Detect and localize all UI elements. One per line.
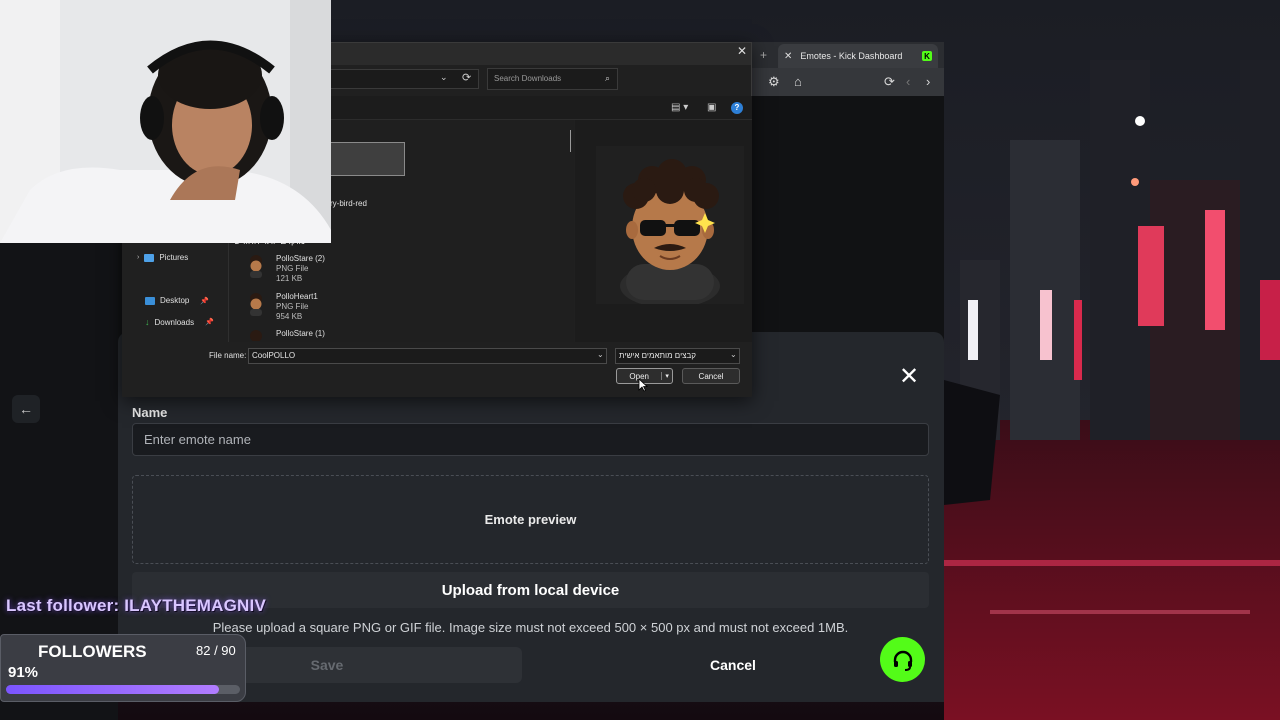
file-name-label: File name:	[209, 351, 247, 360]
file-item[interactable]: PolloStare (1)	[244, 329, 325, 341]
kick-logo-icon: K	[922, 51, 932, 61]
followers-count: 82 / 90	[196, 643, 236, 658]
pictures-folder-icon	[144, 253, 155, 262]
last-follower-text: Last follower: ILAYTHEMAGNIV	[6, 596, 266, 615]
file-name-value: CoolPOLLO	[252, 351, 296, 360]
tab-emotes[interactable]: ✕ Emotes - Kick Dashboard K	[778, 44, 938, 68]
file-size: 954 KB	[276, 312, 303, 321]
emote-thumbnail-icon	[250, 330, 262, 341]
downloads-icon: ↓	[145, 317, 150, 327]
nav-item-pictures[interactable]: › Pictures	[137, 253, 188, 262]
scrollbar[interactable]	[570, 130, 571, 152]
desktop-icon	[145, 296, 155, 305]
save-label: Save	[310, 657, 344, 673]
file-name: PolloHeart1	[276, 292, 318, 301]
followers-title: FOLLOWERS	[38, 642, 147, 661]
search-downloads-input[interactable]: Search Downloads	[487, 68, 618, 90]
nav-label: Pictures	[159, 253, 189, 262]
file-type-chevron-icon[interactable]: ⌄	[730, 350, 737, 359]
tab-title: Emotes - Kick Dashboard	[800, 51, 903, 61]
name-label: Name	[132, 405, 168, 420]
nav-label: Downloads	[154, 317, 195, 327]
headset-icon	[893, 650, 912, 671]
pin-icon: 📌	[205, 319, 214, 326]
dialog-close-icon[interactable]: ✕	[737, 44, 747, 58]
cancel-label: Cancel	[710, 657, 756, 673]
emote-preview-label: Emote preview	[484, 512, 577, 527]
file-name-truncated[interactable]: ry-bird-red	[330, 199, 367, 208]
dialog-cancel-button[interactable]: Cancel	[682, 368, 740, 384]
file-name-chevron-icon[interactable]: ⌄	[597, 350, 604, 359]
dialog-cancel-label: Cancel	[698, 371, 724, 381]
preview-pane-icon[interactable]: ▣	[707, 102, 716, 113]
nav-item-downloads[interactable]: ↓ Downloads 📌	[145, 317, 214, 327]
file-name: PolloStare (1)	[276, 329, 325, 338]
pin-icon: 📌	[200, 297, 210, 305]
file-type-select[interactable]: קבצים מותאמים אישית	[615, 348, 740, 364]
back-button[interactable]: ←	[12, 395, 40, 423]
file-name-input[interactable]: CoolPOLLO	[248, 348, 607, 364]
emote-preview-box: Emote preview	[132, 475, 929, 564]
emote-name-input[interactable]	[132, 423, 929, 456]
new-tab-icon[interactable]: +	[760, 48, 767, 62]
file-type-value: קבצים מותאמים אישית	[619, 351, 697, 360]
mouse-cursor-icon	[638, 378, 648, 392]
file-type: PNG File	[276, 302, 309, 311]
file-item[interactable]: PolloHeart1 PNG File 954 KB	[244, 292, 318, 322]
close-tab-icon[interactable]: ✕	[784, 51, 792, 62]
file-item[interactable]: PolloStare (2) PNG File 121 KB	[244, 254, 325, 284]
view-options-icon[interactable]: ▤ ▾	[671, 102, 688, 113]
upload-hint: Please upload a square PNG or GIF file. …	[212, 620, 849, 635]
address-chevron-icon[interactable]: ⌄	[440, 72, 448, 83]
expand-chevron-icon[interactable]: ›	[137, 254, 139, 261]
support-chat-button[interactable]	[880, 637, 925, 682]
file-type: PNG File	[276, 264, 309, 273]
cool-pollo-emote-image	[620, 159, 720, 308]
file-name: PolloStare (2)	[276, 254, 325, 263]
reload-icon[interactable]: ⟳	[884, 74, 895, 90]
selected-file-thumbnail[interactable]	[330, 142, 405, 176]
emote-thumbnail-icon	[250, 293, 262, 316]
bookmark-icon[interactable]: ⌂	[794, 74, 802, 89]
search-placeholder: Search Downloads	[494, 74, 562, 83]
forward-arrow-icon[interactable]: ›	[926, 74, 930, 89]
open-dropdown-icon[interactable]: ▾	[661, 372, 672, 380]
file-size: 121 KB	[276, 274, 303, 283]
upload-title: Upload from local device	[441, 581, 620, 599]
followers-percent: 91%	[8, 664, 39, 681]
emote-thumbnail-icon	[250, 255, 262, 278]
cancel-button[interactable]: Cancel	[540, 647, 926, 683]
nav-label: Desktop	[160, 296, 190, 305]
refresh-icon[interactable]: ⟳	[462, 71, 471, 84]
followers-progress-fill	[6, 685, 219, 694]
streamer-webcam-image	[0, 0, 331, 243]
search-icon: ⌕	[605, 73, 611, 83]
webcam-feed	[0, 0, 331, 243]
help-icon[interactable]: ?	[731, 102, 743, 114]
back-arrow-icon[interactable]: ‹	[906, 74, 910, 89]
extensions-icon[interactable]: ⚙	[768, 74, 780, 90]
close-modal-icon[interactable]: ✕	[898, 365, 920, 389]
emote-image-preview	[596, 146, 744, 308]
nav-item-desktop[interactable]: Desktop 📌	[145, 296, 209, 305]
